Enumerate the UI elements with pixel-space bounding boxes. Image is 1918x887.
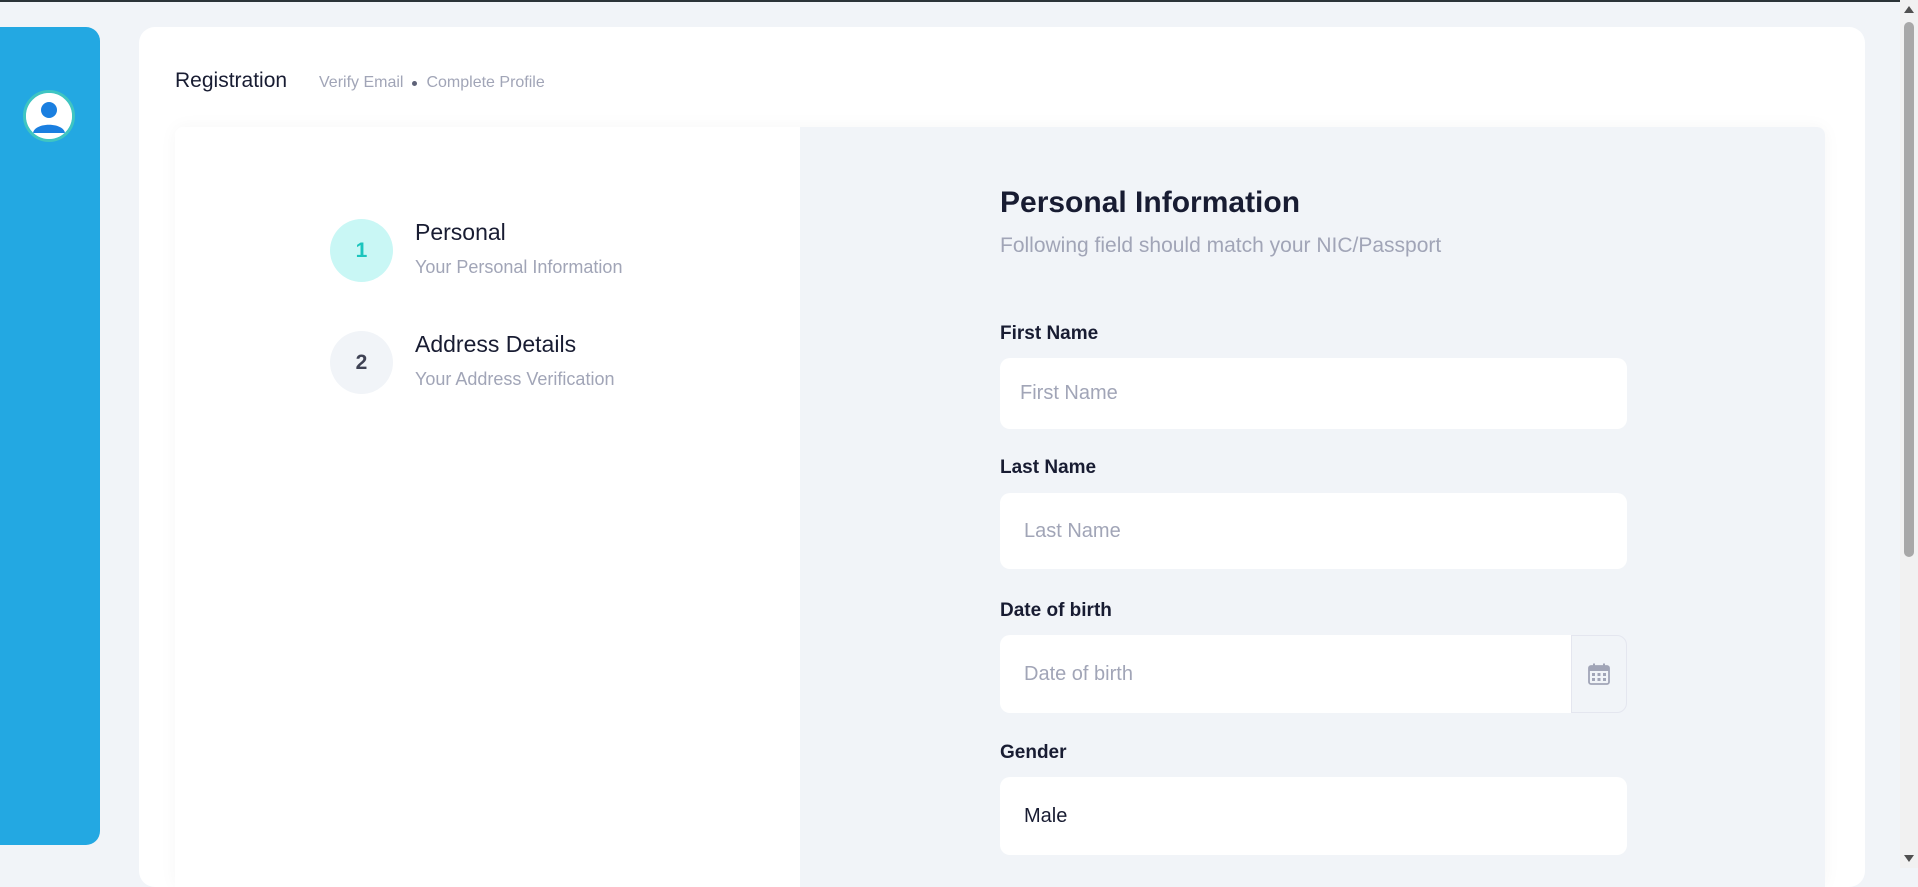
first-name-input[interactable] [1000,358,1627,429]
scrollbar-thumb[interactable] [1904,22,1914,557]
user-avatar-icon[interactable] [23,90,75,142]
scroll-up-arrow-icon[interactable] [1904,6,1914,13]
gender-select[interactable]: Male [1000,777,1627,855]
breadcrumb: Verify Email Complete Profile [319,74,545,92]
page-title: Registration [175,69,288,92]
step-title: Personal [415,219,506,245]
last-name-input[interactable] [1000,493,1627,569]
window-top-border [0,0,1918,2]
stepper-panel: 1 Personal Your Personal Information 2 A… [175,127,800,887]
breadcrumb-separator [412,80,418,86]
step-number: 1 [330,219,393,282]
step-title: Address Details [415,331,577,357]
gender-label: Gender [1000,742,1067,763]
form-subtitle: Following field should match your NIC/Pa… [1000,234,1442,257]
first-name-label: First Name [1000,323,1099,344]
breadcrumb-item-verify-email[interactable]: Verify Email [319,74,403,92]
scroll-down-arrow-icon[interactable] [1904,855,1914,862]
date-of-birth-label: Date of birth [1000,600,1112,621]
gender-select-value: Male [1024,804,1068,827]
form-panel: Personal Information Following field sho… [800,127,1825,887]
date-of-birth-input[interactable] [1000,635,1571,713]
step-number: 2 [330,331,393,394]
breadcrumb-item-complete-profile[interactable]: Complete Profile [426,74,544,92]
calendar-icon[interactable] [1571,635,1627,713]
step-description: Your Address Verification [415,369,615,389]
page-scrollbar[interactable] [1900,0,1918,868]
main-card: Registration Verify Email Complete Profi… [139,27,1865,887]
registration-wizard: 1 Personal Your Personal Information 2 A… [175,127,1825,887]
form-title: Personal Information [1000,186,1301,219]
last-name-label: Last Name [1000,457,1097,478]
step-description: Your Personal Information [415,257,623,277]
sidebar [0,27,100,845]
